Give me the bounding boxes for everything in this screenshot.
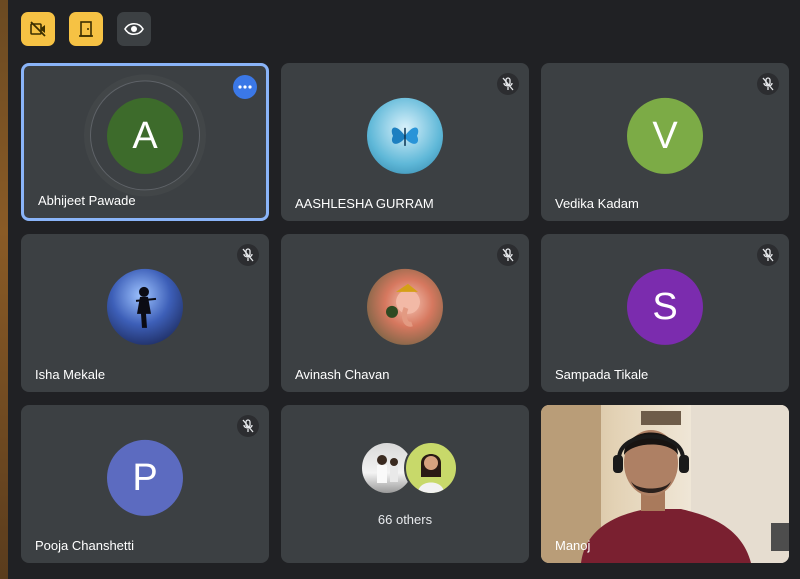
mic-off-icon (502, 248, 514, 262)
butterfly-image (391, 127, 419, 146)
exit-door-icon (79, 21, 93, 37)
participant-name: Vedika Kadam (555, 196, 639, 211)
mic-muted-indicator (497, 244, 519, 266)
avatar (107, 268, 183, 345)
person-photo-icon (418, 454, 444, 493)
participant-tile-vedika[interactable]: V Vedika Kadam (541, 63, 789, 221)
avatar: V (627, 97, 703, 174)
mic-muted-indicator (757, 244, 779, 266)
participant-name: Sampada Tikale (555, 367, 649, 382)
participant-tile-sampada[interactable]: S Sampada Tikale (541, 234, 789, 392)
mic-off-icon (502, 77, 514, 91)
avatar (367, 268, 443, 345)
others-tile[interactable]: 66 others (281, 405, 529, 563)
participant-name: AASHLESHA GURRAM (295, 196, 434, 211)
participant-name: Abhijeet Pawade (38, 193, 136, 208)
participant-name: Pooja Chanshetti (35, 538, 135, 553)
participant-name: Avinash Chavan (295, 367, 390, 382)
mic-muted-indicator (237, 415, 259, 437)
mic-off-icon (762, 248, 774, 262)
participant-name: Isha Mekale (35, 367, 106, 382)
meeting-toolbar (21, 12, 151, 46)
mic-off-icon (762, 77, 774, 91)
mic-off-icon (242, 419, 254, 433)
mic-muted-indicator (497, 73, 519, 95)
more-options-button[interactable] (233, 75, 257, 99)
mic-muted-indicator (237, 244, 259, 266)
others-avatar-stack (360, 441, 458, 495)
silhouette-image (135, 286, 157, 328)
participant-tile-pooja[interactable]: P Pooja Chanshetti (21, 405, 269, 563)
mic-off-icon (242, 248, 254, 262)
avatar (367, 97, 443, 174)
eye-icon (124, 22, 144, 36)
participant-tile-manoj[interactable]: Manoj (541, 405, 789, 563)
ganesha-image (386, 283, 420, 327)
more-dots-icon (238, 85, 252, 89)
avatar: S (627, 268, 703, 345)
participant-tile-avinash[interactable]: Avinash Chavan (281, 234, 529, 392)
participant-tile-aashlesha[interactable]: AASHLESHA GURRAM (281, 63, 529, 221)
turn-off-video-button[interactable] (21, 12, 55, 46)
avatar: P (107, 439, 183, 516)
view-button[interactable] (117, 12, 151, 46)
participant-tile-abhijeet[interactable]: A Abhijeet Pawade (21, 63, 269, 221)
mic-muted-indicator (757, 73, 779, 95)
others-count-label: 66 others (377, 512, 433, 527)
video-off-icon (30, 21, 46, 37)
participant-name: Manoj (555, 538, 591, 553)
participant-tile-isha[interactable]: Isha Mekale (21, 234, 269, 392)
desktop-edge (0, 0, 8, 579)
participant-thumb-avatar (404, 441, 458, 495)
avatar: A (107, 97, 183, 174)
leave-room-button[interactable] (69, 12, 103, 46)
